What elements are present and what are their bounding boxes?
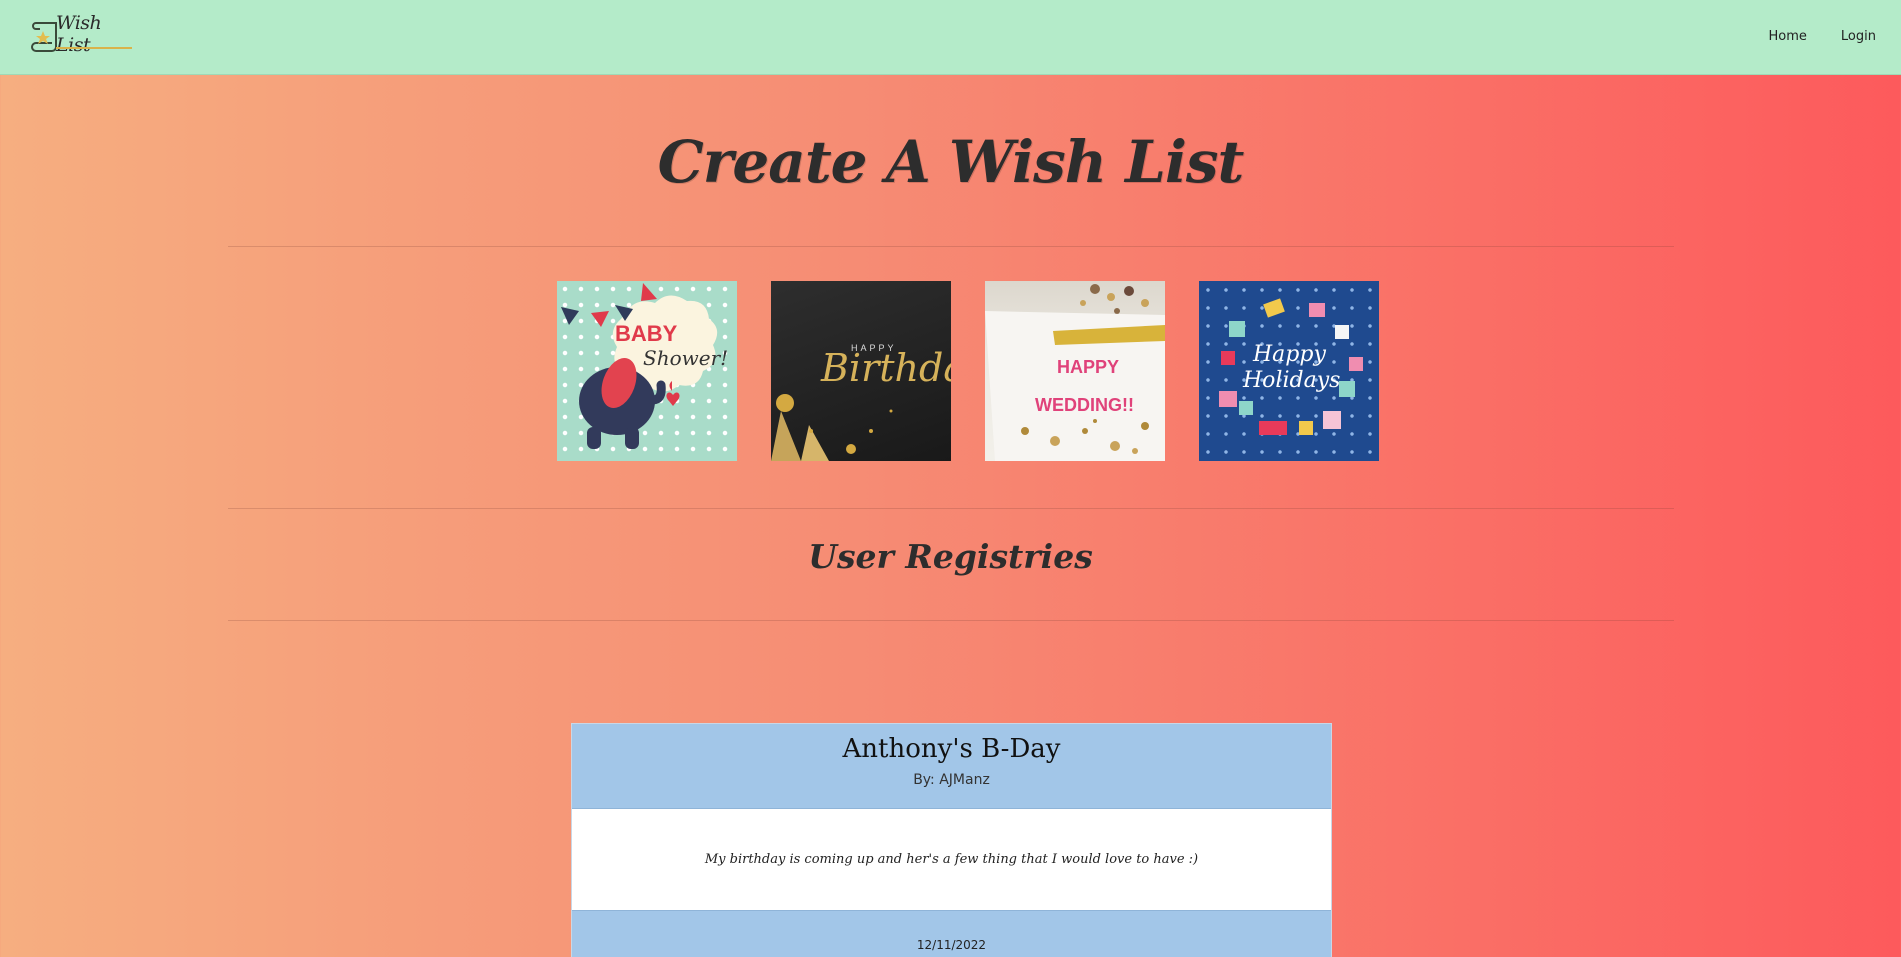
- divider: [228, 620, 1674, 621]
- registry-header: Anthony's B-Day By: AJManz: [572, 724, 1331, 809]
- page-title: Create A Wish List: [657, 128, 1245, 196]
- svg-text:Shower!: Shower!: [643, 346, 728, 370]
- nav-links: Home Login: [1748, 29, 1889, 44]
- nav-home-link[interactable]: Home: [1748, 29, 1820, 44]
- category-cards: BABY Shower! HAPPY Birthday: [557, 281, 1379, 461]
- registry-footer: 12/11/2022: [572, 910, 1331, 957]
- scroll-icon: [30, 19, 64, 55]
- navbar: Wish List Home Login: [0, 0, 1901, 75]
- brand-logo[interactable]: Wish List: [30, 12, 134, 56]
- svg-text:WEDDING!!: WEDDING!!: [1035, 395, 1134, 415]
- svg-text:BABY: BABY: [615, 321, 678, 346]
- nav-login-link[interactable]: Login: [1820, 29, 1889, 44]
- birthday-card[interactable]: HAPPY Birthday: [771, 281, 951, 461]
- baby-shower-card[interactable]: BABY Shower!: [557, 281, 737, 461]
- registry-author: By: AJManz: [913, 772, 990, 788]
- birthday-image: HAPPY Birthday: [771, 343, 951, 461]
- divider: [228, 508, 1674, 509]
- svg-text:Happy: Happy: [1252, 342, 1326, 367]
- registry-date: 12/11/2022: [916, 938, 987, 952]
- user-registries-heading: User Registries: [808, 537, 1093, 576]
- svg-text:Holidays: Holidays: [1242, 368, 1340, 393]
- registry-title[interactable]: Anthony's B-Day: [572, 724, 1331, 764]
- svg-text:Birthday: Birthday: [820, 346, 951, 390]
- wedding-card[interactable]: HAPPY WEDDING!!: [985, 281, 1165, 461]
- brand-name: Wish List: [56, 12, 102, 56]
- holidays-card[interactable]: Happy Holidays: [1199, 281, 1379, 461]
- wedding-image: HAPPY WEDDING!!: [985, 284, 1165, 461]
- divider: [228, 246, 1674, 247]
- svg-text:HAPPY: HAPPY: [1057, 357, 1119, 377]
- baby-shower-image: BABY Shower!: [561, 283, 728, 449]
- registry-card[interactable]: Anthony's B-Day By: AJManz My birthday i…: [571, 723, 1332, 957]
- registry-description: My birthday is coming up and her's a few…: [704, 852, 1199, 867]
- holidays-image: Happy Holidays: [1219, 298, 1363, 435]
- brand-underline: [56, 47, 132, 49]
